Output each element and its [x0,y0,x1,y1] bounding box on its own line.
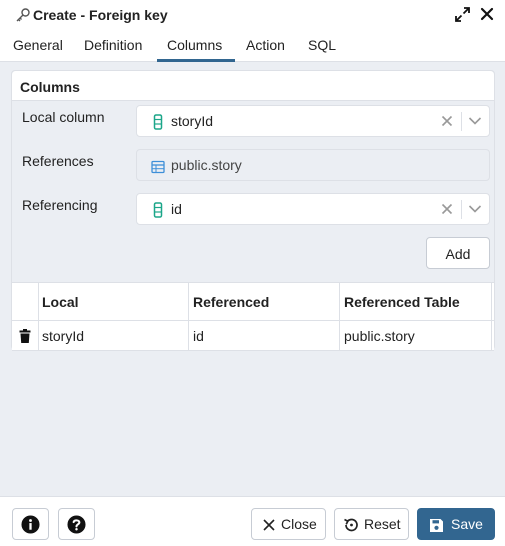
chevron-down-icon[interactable] [468,116,482,126]
dialog-titlebar: Create - Foreign key [0,0,505,30]
close-icon [263,519,275,531]
save-icon [430,519,443,532]
add-button[interactable]: Add [426,237,490,269]
columns-panel: Columns Local column storyId References [11,70,495,351]
tab-general[interactable]: General [13,37,63,53]
tab-columns[interactable]: Columns [167,37,222,53]
select-separator [461,200,462,219]
clear-icon[interactable] [441,115,453,127]
grid-header-referenced: Referenced [193,294,270,310]
local-column-value: storyId [171,113,214,129]
grid-divider [12,350,494,351]
references-label: References [22,153,94,169]
grid-header-local: Local [42,294,79,310]
table-icon [151,160,165,174]
help-button[interactable] [58,508,95,540]
tab-bar: General Definition Columns Action SQL [0,32,505,62]
grid-cell-local[interactable]: storyId [42,328,84,344]
close-button-label: Close [281,516,317,532]
chevron-down-icon[interactable] [468,204,482,214]
dialog-content: Columns Local column storyId References [0,62,505,496]
referencing-value: id [171,201,182,217]
referencing-select[interactable]: id [136,193,490,225]
close-button[interactable]: Close [251,508,326,540]
columns-panel-title: Columns [20,79,80,95]
reset-button-label: Reset [364,516,401,532]
tab-action[interactable]: Action [246,37,285,53]
dialog-footer: Close Reset Save [0,496,505,546]
referencing-label: Referencing [22,197,98,213]
save-button[interactable]: Save [417,508,495,540]
info-icon [21,515,40,534]
reset-icon [344,518,358,532]
grid-header-referenced-table: Referenced Table [344,294,460,310]
grid-cell-referenced-table[interactable]: public.story [344,328,415,344]
select-separator [461,112,462,131]
expand-icon[interactable] [455,7,470,22]
close-icon[interactable] [480,7,494,21]
save-button-label: Save [451,516,483,532]
local-column-select[interactable]: storyId [136,105,490,137]
help-icon [67,515,86,534]
grid-divider [188,283,189,350]
column-icon [153,202,163,218]
references-field: public.story [136,149,490,181]
grid-divider [491,283,492,350]
reset-button[interactable]: Reset [334,508,409,540]
tab-sql[interactable]: SQL [308,37,336,53]
local-column-label: Local column [22,109,105,125]
key-icon [16,8,30,22]
clear-icon[interactable] [441,203,453,215]
dialog-title: Create - Foreign key [33,7,168,23]
columns-grid: Local Referenced Referenced Table storyI… [12,282,494,351]
grid-cell-referenced[interactable]: id [193,328,204,344]
grid-divider [38,283,39,350]
columns-panel-header: Columns [12,71,494,101]
references-value: public.story [171,157,242,173]
info-button[interactable] [12,508,49,540]
delete-row-icon[interactable] [19,329,31,343]
tab-definition[interactable]: Definition [84,37,142,53]
column-icon [153,114,163,130]
grid-divider [339,283,340,350]
grid-divider [12,320,494,321]
